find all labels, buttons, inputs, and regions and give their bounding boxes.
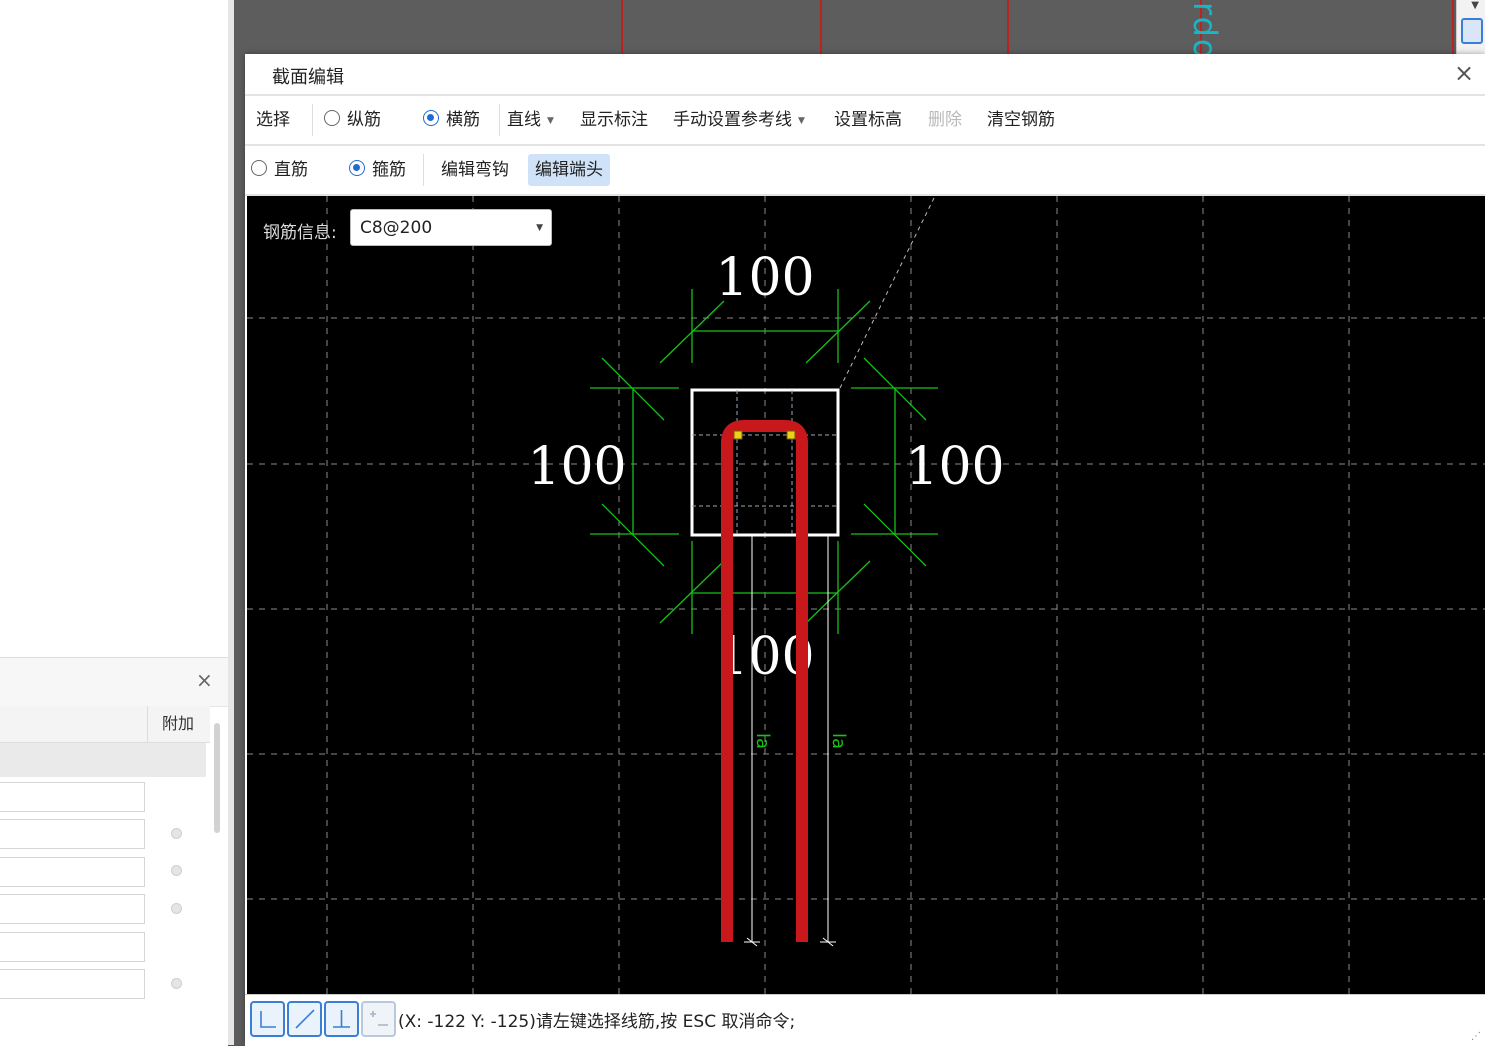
status-message: (X: -122 Y: -125)请左键选择线筋,按 ESC 取消命令; (398, 1012, 796, 1032)
clear-rebar-button[interactable]: 清空钢筋 (987, 96, 1055, 144)
stirrup-radio[interactable]: 箍筋 (349, 146, 406, 194)
perpendicular-snap-button[interactable] (324, 1001, 359, 1037)
anchorage-label: la (752, 733, 773, 749)
transverse-radio[interactable]: 横筋 (423, 96, 480, 144)
drawing-canvas[interactable]: 100 100 100 100 la la 钢筋信息: C8@200 ▼ (247, 196, 1485, 994)
caret-down-icon: ▼ (547, 116, 554, 126)
status-bar: (X: -122 Y: -125)请左键选择线筋,按 ESC 取消命令; ⋰ (245, 994, 1485, 1046)
edit-end-button[interactable]: 编辑端头 (528, 154, 610, 186)
caret-down-icon: ▼ (536, 223, 543, 233)
property-attach-checkbox[interactable] (171, 865, 182, 876)
longitudinal-label: 纵筋 (347, 110, 381, 130)
polar-tracking-button[interactable] (287, 1001, 322, 1037)
dynamic-input-button[interactable] (361, 1001, 396, 1037)
section-drawing[interactable]: 100 100 100 100 la la (247, 196, 1485, 994)
view-cube-icon[interactable] (1461, 18, 1483, 44)
property-attach-checkbox[interactable] (171, 903, 182, 914)
show-annotation-button[interactable]: 显示标注 (580, 96, 648, 144)
close-icon[interactable]: × (196, 668, 213, 692)
section-edit-dialog: 截面编辑 × 选择 纵筋 横筋 直线 ▼ 显示标注 手动设置参考线 ▼ 设置标高 删… (245, 54, 1485, 1046)
diagonal-line-icon (295, 1009, 315, 1029)
bg-axis-line (820, 0, 822, 55)
grid-lines (247, 196, 1485, 994)
rebar-info-label: 钢筋信息: (263, 223, 337, 243)
dialog-titlebar[interactable]: 截面编辑 × (245, 54, 1485, 96)
bg-axis-line (621, 0, 623, 55)
straight-bar-label: 直筋 (274, 160, 308, 180)
dimension-top-text: 100 (715, 248, 814, 308)
select-button[interactable]: 选择 (256, 96, 290, 144)
properties-panel: × 附加 (0, 657, 228, 1046)
rebar-info-dropdown[interactable]: C8@200 ▼ (350, 209, 552, 246)
caret-down-icon: ▼ (798, 116, 805, 126)
edit-hook-button[interactable]: 编辑弯钩 (441, 146, 509, 194)
delete-button[interactable]: 删除 (928, 96, 962, 144)
column-header-fujia: 附加 (147, 706, 208, 742)
plus-minus-icon (370, 1011, 388, 1026)
bg-axis-line (1452, 0, 1454, 55)
line-type-dropdown[interactable]: 直线 ▼ (507, 96, 554, 144)
longitudinal-radio[interactable]: 纵筋 (324, 96, 381, 144)
close-icon[interactable]: × (1453, 58, 1475, 88)
toolbar-separator (499, 104, 500, 136)
radio-selected-icon (349, 160, 365, 176)
property-value-field[interactable] (0, 894, 145, 924)
dimension-right-text: 100 (905, 437, 1004, 497)
properties-panel-header: × (0, 658, 228, 707)
property-value-field[interactable] (0, 819, 145, 849)
set-elevation-button[interactable]: 设置标高 (834, 96, 902, 144)
properties-scrollbar[interactable] (214, 723, 220, 833)
view-cube-area[interactable]: ▼ (1456, 0, 1485, 54)
dialog-title: 截面编辑 (272, 67, 344, 88)
rebar-info-value: C8@200 (360, 218, 433, 238)
property-attach-checkbox[interactable] (171, 828, 182, 839)
property-value-field[interactable] (0, 932, 145, 962)
property-value-field[interactable] (0, 857, 145, 887)
resize-grip-icon[interactable]: ⋰ (1471, 1031, 1481, 1042)
toolbar-main: 选择 纵筋 横筋 直线 ▼ 显示标注 手动设置参考线 ▼ 设置标高 删除 清空钢筋 (245, 96, 1485, 146)
toolbar-secondary: 直筋 箍筋 编辑弯钩 编辑端头 (245, 146, 1485, 196)
orthogonal-icon (260, 1011, 276, 1028)
orthogonal-mode-button[interactable] (250, 1001, 285, 1037)
dimension-lines (590, 289, 938, 634)
chevron-down-icon[interactable]: ▼ (1471, 0, 1479, 11)
transverse-label: 横筋 (446, 110, 480, 130)
toolbar-separator (423, 154, 424, 186)
properties-group-row (0, 743, 206, 777)
properties-column-header: 附加 (0, 706, 210, 743)
manual-reference-line-dropdown[interactable]: 手动设置参考线 ▼ (673, 96, 805, 144)
dimension-left-text: 100 (527, 437, 626, 497)
property-value-field[interactable] (0, 969, 145, 999)
property-attach-checkbox[interactable] (171, 978, 182, 989)
bg-axis-line (1007, 0, 1009, 55)
manual-reference-line-label: 手动设置参考线 (673, 110, 792, 130)
radio-icon (324, 110, 340, 126)
toolbar-separator (312, 104, 313, 136)
radio-icon (251, 160, 267, 176)
straight-bar-radio[interactable]: 直筋 (251, 146, 308, 194)
anchorage-label: la (828, 733, 849, 749)
perpendicular-icon (333, 1010, 350, 1028)
radio-selected-icon (423, 110, 439, 126)
leader-line (839, 196, 936, 389)
property-value-field[interactable] (0, 782, 145, 812)
line-type-label: 直线 (507, 110, 541, 130)
stirrup-label: 箍筋 (372, 160, 406, 180)
